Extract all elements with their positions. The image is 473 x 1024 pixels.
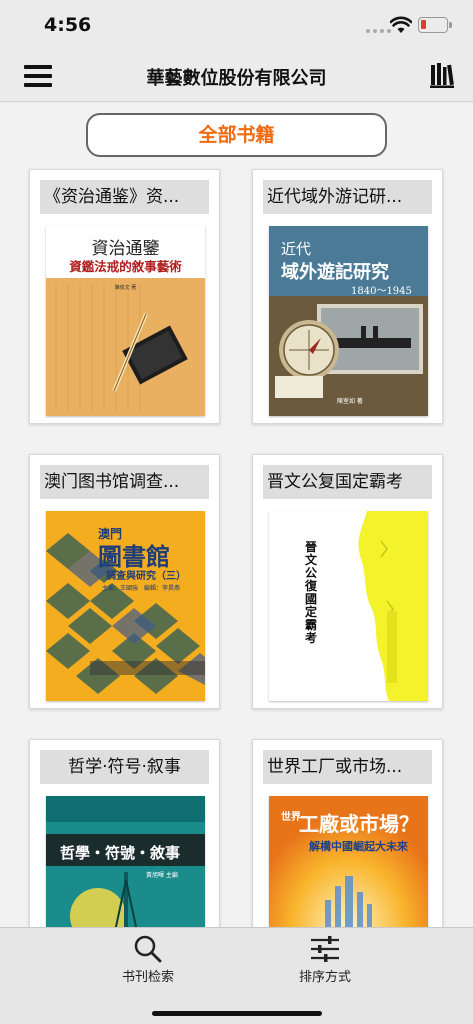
battery-icon bbox=[418, 17, 452, 33]
tab-search[interactable]: 书刊检索 bbox=[88, 928, 208, 988]
book-title: 世界工厂或市场... bbox=[263, 750, 432, 784]
status-time: 4:56 bbox=[44, 14, 92, 36]
book-cover-art bbox=[269, 511, 428, 701]
cover-years: 1840～1945 bbox=[351, 286, 412, 297]
book-cover[interactable]: 世界 工廠或市場？ 解構中國崛起大未來 bbox=[269, 796, 428, 927]
all-books-button[interactable]: 全部书籍 bbox=[86, 113, 387, 157]
status-bar: 4:56 bbox=[0, 0, 473, 50]
cover-title: 世界 bbox=[281, 812, 301, 823]
cover-author: 陳俊文 著 bbox=[114, 285, 137, 291]
cover-title: 哲學・符號・敘事 bbox=[60, 844, 181, 862]
cover-author: 主編：王國強 編輯：李昊燕 bbox=[102, 585, 181, 592]
tab-sort-label: 排序方式 bbox=[298, 970, 351, 985]
tab-sort[interactable]: 排序方式 bbox=[265, 928, 385, 988]
cover-tagline: 解構中國崛起大未來 bbox=[309, 840, 408, 853]
book-title: 哲学·符号·叙事 bbox=[40, 750, 209, 784]
cover-subtitle-2: 調查與研究（三） bbox=[106, 571, 186, 582]
book-card[interactable]: 澳门图书馆调查... 澳門 圖書館 調查與研究（三） 主編：王國強 編輯：李昊燕 bbox=[29, 454, 220, 709]
navigation-bar: 華藝數位股份有限公司 bbox=[0, 50, 473, 102]
cover-author: 陳室如 著 bbox=[337, 398, 363, 405]
book-cover[interactable]: 資治通鑒 資鑑法戒的敘事藝術 陳俊文 著 bbox=[46, 226, 205, 416]
library-books-icon[interactable] bbox=[430, 62, 454, 88]
book-card[interactable]: 《资治通鉴》资... 資治通鑒 資鑑法戒的敘事藝術 陳俊文 著 bbox=[29, 169, 220, 424]
cover-title: 晉文公復國定霸考 bbox=[305, 540, 318, 645]
tab-search-label: 书刊检索 bbox=[121, 970, 174, 985]
cover-subtitle: 域外遊記研究 bbox=[281, 262, 389, 283]
book-cover[interactable]: 澳門 圖書館 調查與研究（三） 主編：王國強 編輯：李昊燕 bbox=[46, 511, 205, 701]
cover-title: 近代 bbox=[281, 240, 312, 258]
book-card[interactable]: 近代域外游记研... 近代 域外遊記研究 1840～1945 陳室如 著 bbox=[252, 169, 443, 424]
book-title: 澳门图书馆调查... bbox=[40, 465, 209, 499]
cellular-signal-icon bbox=[366, 29, 391, 33]
book-card[interactable]: 晋文公复国定霸考 晉文公復國定霸考 bbox=[252, 454, 443, 709]
bookshelf-content: 全部书籍 《资治通鉴》资... 資治通鑒 資鑑法戒的敘事藝術 陳俊文 著 近代域… bbox=[0, 103, 473, 927]
book-cover[interactable]: 哲學・符號・敘事 黃旭暉 主編 bbox=[46, 796, 205, 927]
book-card[interactable]: 哲学·符号·叙事 哲學・符號・敘事 黃旭暉 主編 bbox=[29, 739, 220, 927]
book-card[interactable]: 世界工厂或市场... 世界 工廠或市場？ 解構中國崛起大未來 bbox=[252, 739, 443, 927]
home-indicator[interactable] bbox=[152, 1011, 322, 1016]
book-title: 《资治通鉴》资... bbox=[40, 180, 209, 214]
search-icon bbox=[134, 935, 162, 963]
page-title: 華藝數位股份有限公司 bbox=[146, 68, 327, 89]
cover-author: 黃旭暉 主編 bbox=[146, 872, 178, 879]
book-title: 晋文公复国定霸考 bbox=[263, 465, 432, 499]
book-cover[interactable]: 晉文公復國定霸考 bbox=[269, 511, 428, 701]
sort-sliders-icon bbox=[311, 936, 339, 962]
book-cover[interactable]: 近代 域外遊記研究 1840～1945 陳室如 著 bbox=[269, 226, 428, 416]
tab-bar: 书刊检索 排序方式 bbox=[0, 927, 473, 1024]
cover-subtitle: 工廠或市場？ bbox=[299, 812, 419, 836]
cover-subtitle: 資鑑法戒的敘事藝術 bbox=[69, 259, 182, 274]
wifi-icon bbox=[390, 16, 412, 33]
book-title: 近代域外游记研... bbox=[263, 180, 432, 214]
